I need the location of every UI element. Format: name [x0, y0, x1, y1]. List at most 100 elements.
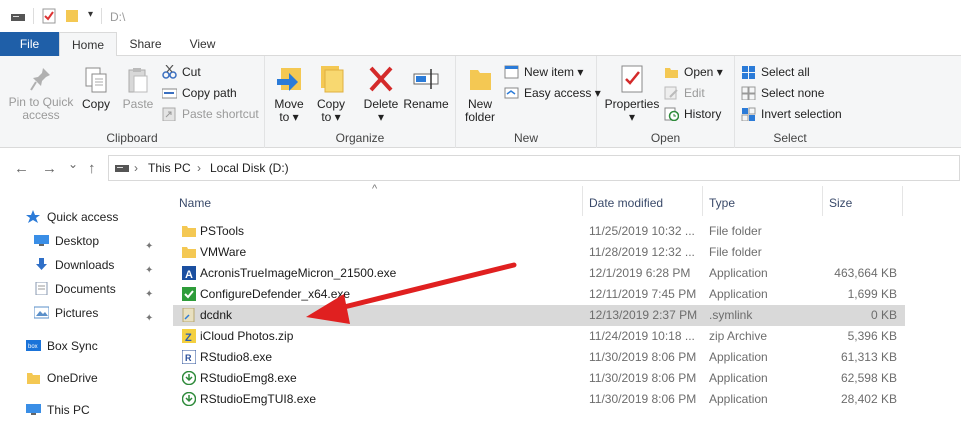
- cell-name: RStudioEmgTUI8.exe: [200, 392, 317, 406]
- new-item-button[interactable]: New item ▾: [504, 62, 583, 82]
- new-folder-icon: [470, 70, 491, 90]
- rstudio-icon: R: [182, 350, 196, 364]
- file-row[interactable]: A AcronisTrueImageMicron_21500.exe 12/1/20…: [173, 263, 905, 284]
- zip-icon: Z: [182, 329, 196, 343]
- history-icon: [664, 107, 679, 121]
- file-row[interactable]: ConfigureDefender_x64.exe 12/11/2019 7:45…: [173, 284, 905, 305]
- window-title: D:\: [110, 10, 126, 24]
- svg-text:A: A: [185, 269, 193, 280]
- file-row[interactable]: VMWare 11/28/2019 12:32 ... File folder: [173, 242, 905, 263]
- scissors-icon: [162, 65, 177, 79]
- cell-size: 28,402 KB: [840, 392, 897, 406]
- column-header-name[interactable]: Name: [179, 191, 211, 215]
- copy-icon: [85, 67, 107, 93]
- ribbon: Pin to Quick access Copy Paste Cut Copy …: [0, 56, 961, 148]
- file-row[interactable]: PSTools 11/25/2019 10:32 ... File folder: [173, 221, 905, 242]
- nav-item[interactable]: Documents ✦: [0, 277, 165, 301]
- nav-item-label: Quick access: [47, 210, 119, 224]
- nav-item[interactable]: This PC: [0, 398, 165, 422]
- move-to-button[interactable]: Move to ▾: [271, 64, 307, 124]
- copy-to-button[interactable]: Copy to ▾: [313, 64, 349, 124]
- paste-button[interactable]: Paste: [118, 66, 158, 111]
- column-header-size[interactable]: Size: [829, 191, 852, 215]
- nav-item[interactable]: Quick access: [0, 205, 165, 229]
- delete-x-icon: [369, 66, 393, 92]
- drive-icon: [11, 14, 25, 21]
- cell-date: 12/11/2019 7:45 PM: [589, 287, 697, 301]
- history-button[interactable]: History: [664, 104, 721, 124]
- edit-button[interactable]: Edit: [664, 83, 705, 103]
- open-button[interactable]: Open ▾: [664, 62, 723, 82]
- cell-date: 11/28/2019 12:32 ...: [589, 245, 695, 259]
- copy-path-button[interactable]: Copy path: [162, 83, 237, 103]
- properties-check-icon[interactable]: [42, 8, 57, 24]
- nav-item[interactable]: Desktop ✦: [0, 229, 165, 253]
- tab-file[interactable]: File: [0, 32, 59, 56]
- column-header-date-modified[interactable]: Date modified: [589, 191, 663, 215]
- move-to-icon: [277, 68, 301, 91]
- cell-date: 12/1/2019 6:28 PM: [589, 266, 691, 280]
- cell-type: File folder: [709, 224, 762, 238]
- back-arrow-icon[interactable]: ←: [14, 160, 29, 177]
- cell-type: Application: [709, 392, 768, 406]
- properties-button[interactable]: Properties ▾: [603, 64, 661, 124]
- folder-icon: [182, 226, 196, 237]
- svg-text:R: R: [185, 353, 192, 363]
- rename-icon: [413, 69, 439, 89]
- copy-path-icon: [162, 88, 177, 99]
- address-bar[interactable]: › This PC › Local Disk (D:): [108, 155, 960, 181]
- folder-icon: [27, 373, 40, 384]
- file-row[interactable]: dcdnk 12/13/2019 2:37 PM .symlink 0 KB: [173, 305, 905, 326]
- download-icon: [36, 258, 47, 270]
- nav-item-label: This PC: [47, 403, 90, 417]
- navigation-pane: Quick access Desktop ✦ Downloads ✦ Documents ✦…: [0, 186, 165, 427]
- breadcrumb-this-pc[interactable]: This PC: [148, 161, 191, 175]
- up-arrow-icon[interactable]: ↑: [88, 160, 96, 177]
- defender-icon: [182, 287, 196, 301]
- drive-icon: [115, 165, 129, 172]
- cell-date: 11/30/2019 8:06 PM: [589, 392, 697, 406]
- document-icon: [35, 282, 48, 295]
- cell-size: 0 KB: [870, 308, 897, 322]
- delete-button[interactable]: Delete ▾: [363, 64, 399, 124]
- rstudio-emg-icon: [182, 371, 196, 385]
- nav-item[interactable]: Downloads ✦: [0, 253, 165, 277]
- cell-size: 463,664 KB: [834, 266, 897, 280]
- file-row[interactable]: RStudioEmg8.exe 11/30/2019 8:06 PM Applica…: [173, 368, 905, 389]
- copy-button[interactable]: Copy: [78, 66, 114, 111]
- recent-locations-chevron-icon[interactable]: ⌄: [68, 157, 78, 171]
- tab-home[interactable]: Home: [59, 32, 117, 57]
- cell-date: 12/13/2019 2:37 PM: [589, 308, 698, 322]
- tab-share[interactable]: Share: [117, 32, 174, 56]
- cell-date: 11/24/2019 10:18 ...: [589, 329, 695, 343]
- nav-item-label: OneDrive: [47, 371, 98, 385]
- nav-item-label: Desktop: [55, 234, 100, 248]
- folder-icon: [182, 247, 196, 258]
- invert-selection-button[interactable]: Invert selection: [741, 104, 842, 124]
- nav-item[interactable]: box Box Sync: [0, 334, 165, 358]
- column-header-type[interactable]: Type: [709, 191, 735, 215]
- rename-button[interactable]: Rename: [403, 64, 449, 111]
- file-row[interactable]: R RStudio8.exe 11/30/2019 8:06 PM Applicati…: [173, 347, 905, 368]
- new-item-icon: [504, 65, 519, 79]
- new-folder-button[interactable]: New folder: [462, 64, 498, 124]
- paste-shortcut-button[interactable]: Paste shortcut: [162, 104, 259, 124]
- select-group-label: Select: [773, 131, 807, 145]
- properties-icon: [621, 65, 643, 93]
- nav-item[interactable]: Pictures ✦: [0, 301, 165, 325]
- nav-item[interactable]: OneDrive: [0, 366, 165, 390]
- pin-to-quick-access-button[interactable]: Pin to Quick access: [6, 66, 76, 122]
- breadcrumb-local-disk[interactable]: Local Disk (D:): [210, 161, 289, 175]
- tab-view[interactable]: View: [174, 32, 231, 56]
- navigation-bar: ← → ⌄ ↑ › This PC › Local Disk (D:): [0, 150, 961, 186]
- new-folder-quick-icon[interactable]: [65, 9, 79, 23]
- file-row[interactable]: ZiCloud Photos.zip 11/24/2019 10:18 ... zi…: [173, 326, 905, 347]
- file-row[interactable]: RStudioEmgTUI8.exe 11/30/2019 8:06 PM Appl…: [173, 389, 905, 410]
- select-none-button[interactable]: Select none: [741, 83, 824, 103]
- easy-access-button[interactable]: Easy access ▾: [504, 83, 601, 103]
- symlink-icon: [182, 308, 195, 322]
- select-all-button[interactable]: Select all: [741, 62, 810, 82]
- cut-button[interactable]: Cut: [162, 62, 201, 82]
- quick-access-toolbar-dropdown[interactable]: ▾: [88, 9, 93, 20]
- forward-arrow-icon[interactable]: →: [42, 160, 57, 177]
